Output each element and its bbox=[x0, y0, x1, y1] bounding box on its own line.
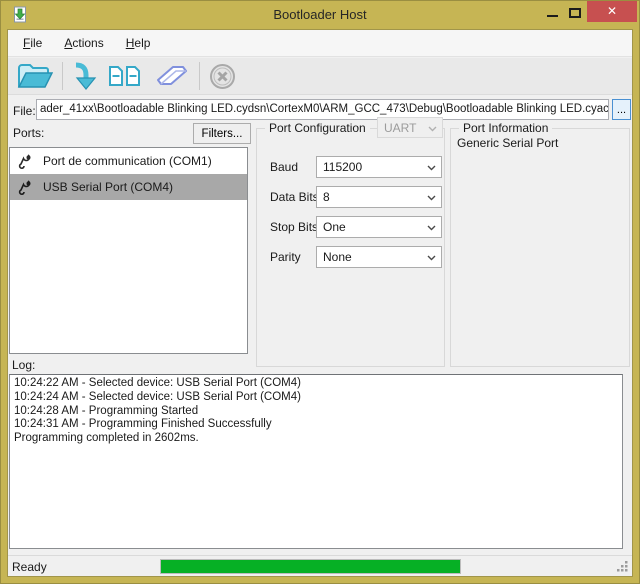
abort-icon bbox=[209, 63, 236, 90]
log-label: Log: bbox=[12, 358, 35, 372]
close-button[interactable]: ✕ bbox=[587, 1, 637, 22]
protocol-value: UART bbox=[384, 121, 416, 135]
baud-label: Baud bbox=[270, 160, 298, 174]
toolbar bbox=[8, 58, 632, 95]
baud-value: 115200 bbox=[323, 160, 362, 174]
port-item-label: Port de communication (COM1) bbox=[43, 154, 212, 168]
parity-dropdown[interactable]: None bbox=[316, 246, 442, 268]
client-area: File Actions Help bbox=[8, 30, 632, 576]
file-label: File: bbox=[13, 104, 36, 118]
chevron-down-icon bbox=[427, 255, 436, 261]
baud-dropdown[interactable]: 115200 bbox=[316, 156, 442, 178]
data-bits-value: 8 bbox=[323, 190, 330, 204]
erase-icon bbox=[154, 63, 190, 89]
program-button[interactable] bbox=[67, 59, 103, 93]
port-configuration-group: Port Configuration UART Baud 115200 Data… bbox=[256, 128, 445, 367]
parity-label: Parity bbox=[270, 250, 301, 264]
log-line: 10:24:24 AM - Selected device: USB Seria… bbox=[14, 391, 618, 405]
window-title: Bootloader Host bbox=[0, 7, 640, 22]
menu-file[interactable]: File bbox=[14, 31, 51, 55]
minimize-button[interactable] bbox=[547, 15, 558, 17]
progress-bar bbox=[160, 559, 461, 574]
chevron-down-icon bbox=[427, 165, 436, 171]
filters-button[interactable]: Filters... bbox=[193, 123, 251, 144]
log-textbox[interactable]: 10:24:22 AM - Selected device: USB Seria… bbox=[9, 374, 623, 549]
file-path-input[interactable]: ader_41xx\Bootloadable Blinking LED.cyds… bbox=[36, 99, 609, 120]
parity-value: None bbox=[323, 250, 352, 264]
log-line: 10:24:22 AM - Selected device: USB Seria… bbox=[14, 377, 618, 391]
chevron-down-icon bbox=[428, 126, 437, 132]
toolbar-separator bbox=[62, 62, 63, 90]
status-text: Ready bbox=[12, 560, 47, 574]
title-bar[interactable]: Bootloader Host ✕ bbox=[0, 0, 640, 30]
status-bar: Ready bbox=[8, 555, 632, 576]
abort-button bbox=[204, 59, 241, 93]
data-bits-label: Data Bits bbox=[270, 190, 319, 204]
ports-label: Ports: bbox=[13, 126, 44, 140]
menu-actions[interactable]: Actions bbox=[55, 31, 112, 55]
serial-port-icon bbox=[17, 179, 34, 196]
open-file-button[interactable] bbox=[12, 59, 58, 93]
port-list: Port de communication (COM1) USB Serial … bbox=[9, 147, 248, 354]
toolbar-separator bbox=[199, 62, 200, 90]
port-list-item-com1[interactable]: Port de communication (COM1) bbox=[10, 148, 247, 174]
stop-bits-dropdown[interactable]: One bbox=[316, 216, 442, 238]
open-file-icon bbox=[17, 62, 53, 90]
bootloader-host-window: Bootloader Host ✕ File Actions Help bbox=[0, 0, 640, 584]
maximize-button[interactable] bbox=[569, 8, 581, 18]
chevron-down-icon bbox=[427, 195, 436, 201]
chevron-down-icon bbox=[427, 225, 436, 231]
port-information-text: Generic Serial Port bbox=[457, 136, 558, 150]
log-line: 10:24:31 AM - Programming Finished Succe… bbox=[14, 418, 618, 432]
port-list-item-com4[interactable]: USB Serial Port (COM4) bbox=[10, 174, 247, 200]
log-line: Programming completed in 2602ms. bbox=[14, 432, 618, 446]
menu-help[interactable]: Help bbox=[117, 31, 160, 55]
verify-button[interactable] bbox=[103, 59, 149, 93]
progress-bar-fill bbox=[161, 560, 460, 573]
data-bits-dropdown[interactable]: 8 bbox=[316, 186, 442, 208]
resize-grip[interactable] bbox=[616, 560, 629, 573]
stop-bits-value: One bbox=[323, 220, 346, 234]
protocol-dropdown: UART bbox=[377, 117, 443, 138]
browse-button[interactable]: ... bbox=[612, 99, 631, 120]
program-icon bbox=[72, 62, 98, 91]
menu-bar: File Actions Help bbox=[8, 30, 632, 57]
verify-icon bbox=[108, 63, 144, 89]
port-information-title: Port Information bbox=[459, 121, 552, 135]
erase-button[interactable] bbox=[149, 59, 195, 93]
serial-port-icon bbox=[17, 153, 34, 170]
log-line: 10:24:28 AM - Programming Started bbox=[14, 405, 618, 419]
stop-bits-label: Stop Bits bbox=[270, 220, 318, 234]
port-item-label: USB Serial Port (COM4) bbox=[43, 180, 173, 194]
port-configuration-title: Port Configuration bbox=[265, 121, 370, 135]
port-information-group: Port Information Generic Serial Port bbox=[450, 128, 630, 367]
